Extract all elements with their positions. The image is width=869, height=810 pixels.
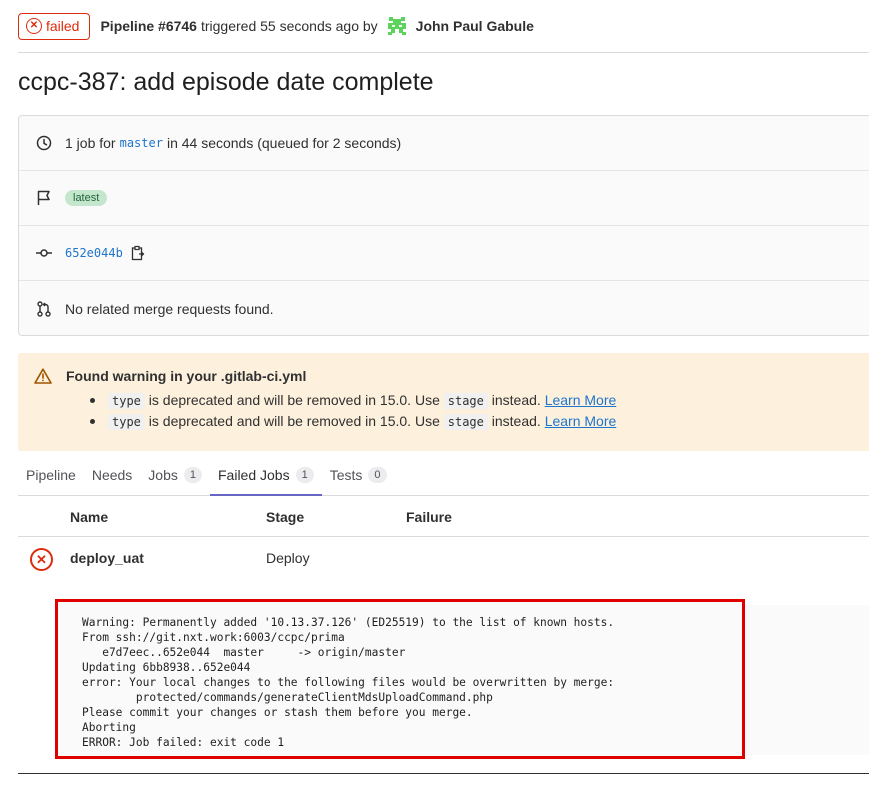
deprecated-keyword: type [108,414,145,430]
merge-request-icon [35,300,53,318]
commit-row: 652e044b [19,226,869,281]
divider [18,773,869,774]
deprecated-keyword: type [108,393,145,409]
log-line: Updating 6bb8938..652e044 [82,661,251,674]
jobs-prefix: 1 job for [65,135,116,151]
merge-requests-text: No related merge requests found. [65,300,274,317]
merge-requests-row: No related merge requests found. [19,281,869,336]
log-line: From ssh://git.nxt.work:6003/ccpc/prima [82,631,345,644]
tab-label: Pipeline [26,467,76,483]
tab-label: Failed Jobs [218,466,290,483]
pipeline-tabs: Pipeline Needs Jobs 1 Failed Jobs 1 Tests 0 [18,455,869,496]
replacement-keyword: stage [443,414,488,430]
warning-text: is deprecated and will be removed in 15.… [148,413,440,429]
warning-icon [34,368,52,384]
pipeline-header: ✕ failed Pipeline #6746 triggered 55 sec… [18,12,869,53]
tab-label: Needs [91,467,133,483]
log-line: e7d7eec..652e044 master -> origin/master [82,646,406,659]
log-line: protected/commands/generateClientMdsUplo… [82,691,493,704]
replacement-keyword: stage [443,393,488,409]
log-line: error: Your local changes to the followi… [82,676,615,689]
warning-text: is deprecated and will be removed in 15.… [148,392,440,408]
warning-list: type is deprecated and will be removed i… [90,390,862,432]
column-header-failure: Failure [406,509,452,525]
status-badge[interactable]: ✕ failed [18,12,91,40]
job-stage: Deploy [266,550,310,566]
log-line: Please commit your changes or stash them… [82,706,473,719]
pipeline-info-card: 1 job for master in 44 seconds (queued f… [18,115,869,336]
log-line: Aborting [82,721,136,734]
commit-sha-link[interactable]: 652e044b [65,246,123,260]
job-log: Warning: Permanently added '10.13.37.126… [55,599,745,759]
learn-more-link[interactable]: Learn More [545,392,617,408]
tab-count: 1 [183,467,202,483]
jobs-suffix: in 44 seconds (queued for 2 seconds) [166,135,402,151]
triggered-text: triggered 55 seconds ago by [200,18,378,34]
tab-jobs[interactable]: Jobs 1 [140,455,210,495]
pipeline-id[interactable]: Pipeline #6746 [100,18,197,34]
page-title: ccpc-387: add episode date complete [18,68,434,96]
avatar[interactable] [385,15,408,37]
tab-count: 1 [295,466,314,483]
column-header-stage: Stage [266,509,305,525]
tab-count: 0 [368,467,387,483]
latest-badge: latest [65,190,108,206]
failed-status-icon[interactable]: ✕ [30,548,53,571]
tab-label: Tests [329,467,363,483]
tab-pipeline[interactable]: Pipeline [18,455,84,495]
warning-item: type is deprecated and will be removed i… [90,390,862,411]
warning-title: Found warning in your .gitlab-ci.yml [66,368,307,384]
table-row: ✕ deploy_uat Deploy [18,537,869,581]
warning-item: type is deprecated and will be removed i… [90,411,862,432]
column-header-name: Name [70,509,109,525]
status-label: failed [46,18,80,34]
failed-jobs-table-header: Name Stage Failure [18,496,869,537]
tab-tests[interactable]: Tests 0 [322,455,395,495]
log-line: ERROR: Job failed: exit code 1 [82,736,285,749]
warning-text-end: instead. [491,392,541,408]
jobs-summary-row: 1 job for master in 44 seconds (queued f… [19,116,869,171]
tab-needs[interactable]: Needs [84,455,140,495]
branch-link[interactable]: master [120,136,163,150]
warning-text-end: instead. [491,413,541,429]
job-name-link[interactable]: deploy_uat [70,550,144,566]
failed-icon: ✕ [26,18,42,34]
flag-icon [35,189,53,207]
tab-failed-jobs[interactable]: Failed Jobs 1 [210,455,322,496]
copy-icon[interactable] [131,245,145,261]
learn-more-link[interactable]: Learn More [545,413,617,429]
tags-row: latest [19,171,869,226]
ci-warning-alert: Found warning in your .gitlab-ci.yml typ… [18,353,869,451]
commit-icon [35,244,53,262]
author-name[interactable]: John Paul Gabule [416,18,534,34]
tab-label: Jobs [148,467,178,483]
clock-icon [35,134,53,152]
log-line: Warning: Permanently added '10.13.37.126… [82,616,615,629]
